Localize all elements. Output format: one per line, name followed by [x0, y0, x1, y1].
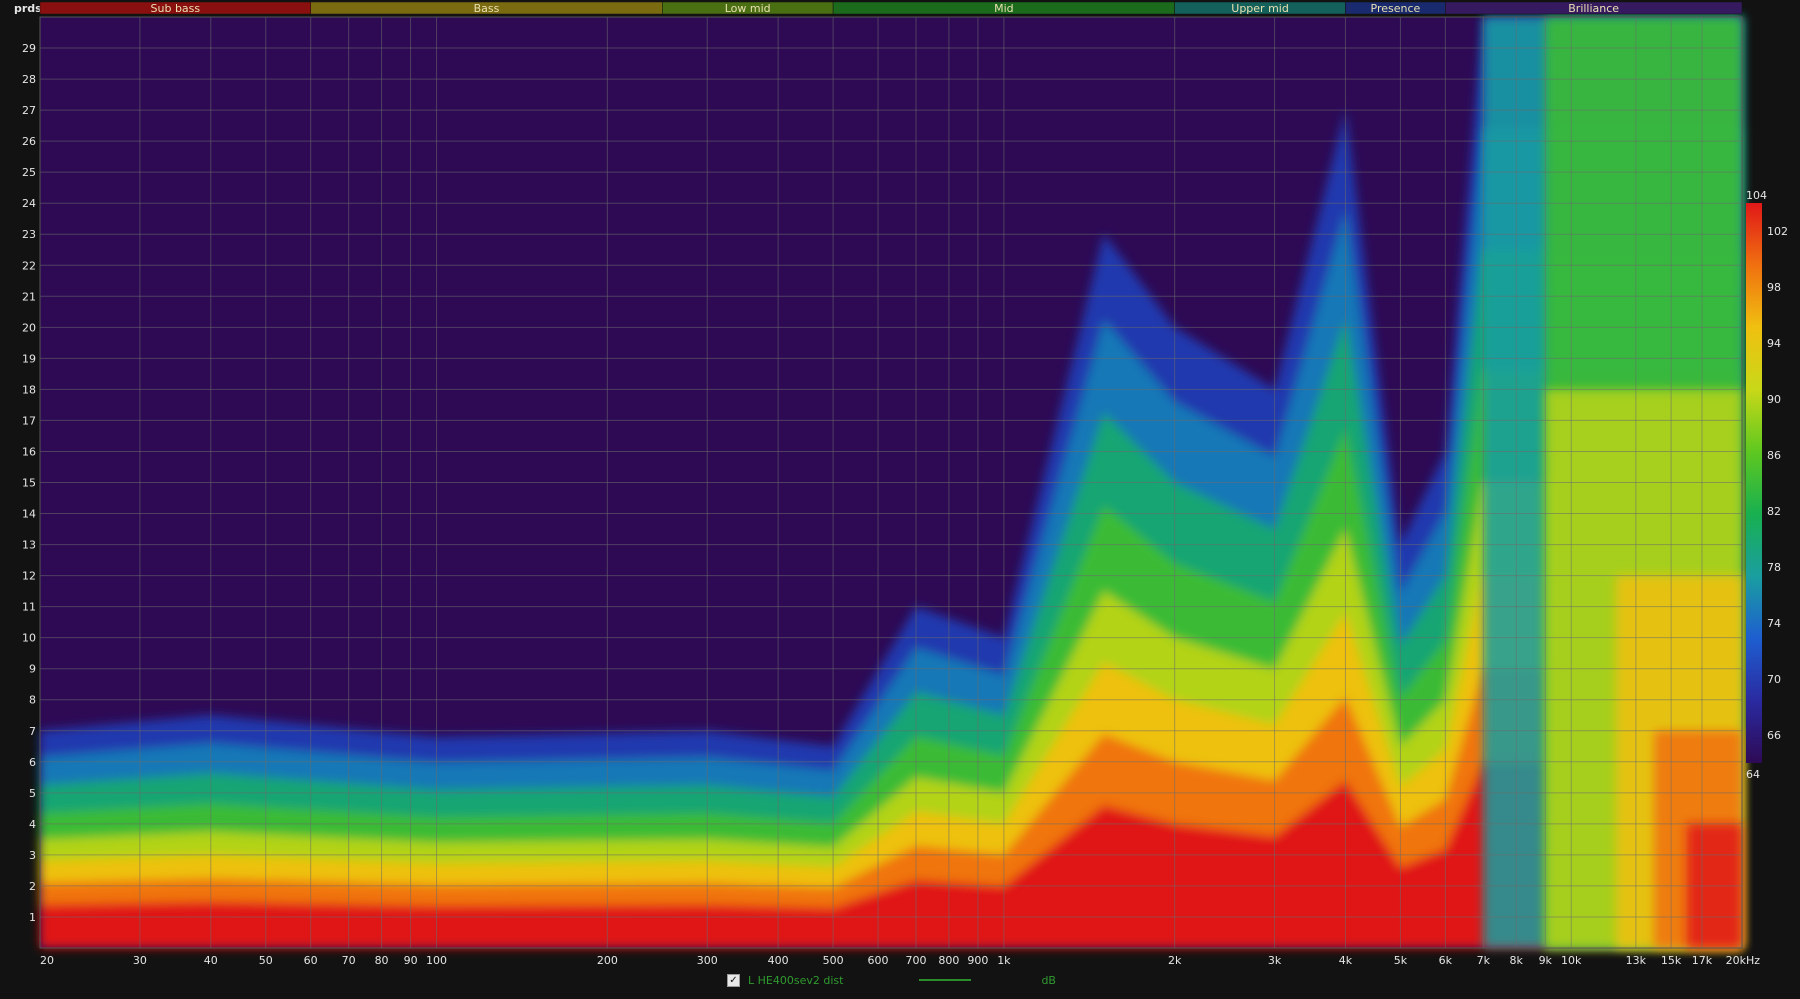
- x-tick-label: 70: [342, 954, 356, 967]
- y-tick-label: 2: [29, 880, 36, 893]
- colorbar-gradient: [1746, 203, 1762, 763]
- y-tick-label: 13: [22, 539, 36, 552]
- x-tick-label: 17k: [1692, 954, 1713, 967]
- y-tick-label: 12: [22, 570, 36, 583]
- y-tick-label: 28: [22, 73, 36, 86]
- y-tick-label: 10: [22, 632, 36, 645]
- x-tick-label: 6k: [1439, 954, 1453, 967]
- colorbar: 104 64 102 98 94 90 86 82 78 74 70 66: [1746, 189, 1788, 781]
- x-tick-label: 13k: [1626, 954, 1647, 967]
- colorbar-tick-label: 86: [1767, 449, 1781, 462]
- colorbar-tick-label: 102: [1767, 225, 1788, 238]
- unit-label: dB: [1041, 973, 1056, 987]
- x-tick-label: 600: [868, 954, 889, 967]
- y-tick-label: 9: [29, 663, 36, 676]
- band-label: Upper mid: [1231, 2, 1289, 15]
- colorbar-min-label: 64: [1746, 768, 1760, 781]
- x-tick-label: 9k: [1539, 954, 1553, 967]
- y-tick-label: 21: [22, 290, 36, 303]
- y-tick-label: 11: [22, 601, 36, 614]
- colorbar-tick-label: 66: [1767, 729, 1781, 742]
- y-tick-label: 6: [29, 756, 36, 769]
- x-tick-label: 500: [823, 954, 844, 967]
- x-tick-label: 20kHz: [1726, 954, 1761, 967]
- x-tick-label: 30: [133, 954, 147, 967]
- x-tick-label: 20: [40, 954, 54, 967]
- y-tick-label: 3: [29, 849, 36, 862]
- x-tick-label: 50: [259, 954, 273, 967]
- series-name: L HE400sev2 dist: [748, 973, 844, 987]
- colorbar-tick-label: 98: [1767, 281, 1781, 294]
- y-tick-label: 16: [22, 445, 36, 458]
- band-label: Presence: [1371, 2, 1421, 15]
- y-tick-label: 26: [22, 135, 36, 148]
- x-tick-label: 10k: [1561, 954, 1582, 967]
- y-tick-label: 14: [22, 508, 36, 521]
- x-tick-label: 400: [768, 954, 789, 967]
- y-tick-label: 29: [22, 42, 36, 55]
- y-tick-label: 8: [29, 694, 36, 707]
- x-tick-label: 60: [304, 954, 318, 967]
- x-tick-label: 300: [697, 954, 718, 967]
- x-tick-label: 80: [375, 954, 389, 967]
- colorbar-tick-label: 70: [1767, 673, 1781, 686]
- x-tick-label: 90: [404, 954, 418, 967]
- x-tick-label: 15k: [1661, 954, 1682, 967]
- x-tick-label: 900: [967, 954, 988, 967]
- y-tick-label: 4: [29, 818, 36, 831]
- series-checkbox[interactable]: ✓: [727, 973, 740, 987]
- y-tick-label: 27: [22, 104, 36, 117]
- colorbar-tick-label: 90: [1767, 393, 1781, 406]
- y-tick-label: 15: [22, 477, 36, 490]
- y-tick-label: 24: [22, 197, 36, 210]
- y-axis-unit-label: prds: [14, 2, 42, 15]
- x-tick-label: 5k: [1394, 954, 1408, 967]
- x-tick-label: 8k: [1510, 954, 1524, 967]
- x-tick-label: 800: [938, 954, 959, 967]
- band-label: Bass: [474, 2, 500, 15]
- legend: ✓ L HE400sev2 dist dB: [727, 972, 1056, 988]
- x-tick-label: 700: [906, 954, 927, 967]
- band-label: Low mid: [725, 2, 771, 15]
- colorbar-tick-label: 74: [1767, 617, 1781, 630]
- waterfall-chart: prds Sub bass Bass Low mid Mid Upper mid Pres…: [14, 1, 1788, 967]
- y-axis-ticks: 1234567891011121314151617181920212223242…: [22, 42, 36, 924]
- x-tick-label: 40: [204, 954, 218, 967]
- x-tick-label: 2k: [1168, 954, 1182, 967]
- x-tick-label: 7k: [1477, 954, 1491, 967]
- y-tick-label: 22: [22, 259, 36, 272]
- y-tick-label: 19: [22, 352, 36, 365]
- band-label: Mid: [994, 2, 1014, 15]
- frequency-band-bar: Sub bass Bass Low mid Mid Upper mid Presence B…: [39, 1, 1743, 15]
- x-tick-label: 4k: [1339, 954, 1353, 967]
- colorbar-tick-label: 78: [1767, 561, 1781, 574]
- band-label: Brilliance: [1568, 2, 1619, 15]
- y-tick-label: 5: [29, 787, 36, 800]
- y-tick-label: 20: [22, 321, 36, 334]
- x-tick-label: 200: [597, 954, 618, 967]
- colorbar-tick-label: 94: [1767, 337, 1781, 350]
- y-tick-label: 25: [22, 166, 36, 179]
- y-tick-label: 18: [22, 383, 36, 396]
- colorbar-tick-label: 82: [1767, 505, 1781, 518]
- y-tick-label: 7: [29, 725, 36, 738]
- y-tick-label: 17: [22, 414, 36, 427]
- y-tick-label: 1: [29, 911, 36, 924]
- y-tick-label: 23: [22, 228, 36, 241]
- band-label: Sub bass: [151, 2, 201, 15]
- x-axis-ticks: 20 30 40 50 60 70 80 90 100 200 300 400 500 600 700 800…: [40, 954, 1760, 967]
- x-tick-label: 3k: [1268, 954, 1282, 967]
- series-line-swatch: [919, 979, 972, 981]
- x-tick-label: 1k: [997, 954, 1011, 967]
- x-tick-label: 100: [426, 954, 447, 967]
- colorbar-max-label: 104: [1746, 189, 1767, 202]
